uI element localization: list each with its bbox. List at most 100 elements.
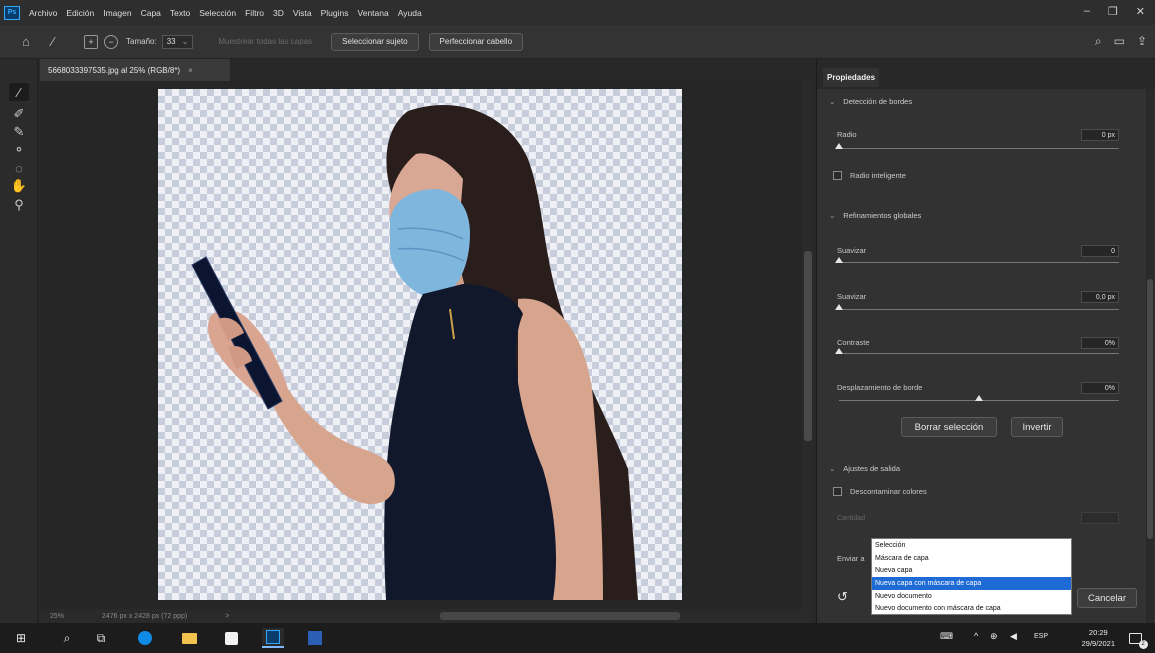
menu-vista[interactable]: Vista xyxy=(293,8,312,18)
menu-imagen[interactable]: Imagen xyxy=(103,8,131,18)
feather-field[interactable]: 0,0 px xyxy=(1081,291,1119,303)
menu-texto[interactable]: Texto xyxy=(170,8,190,18)
word-icon[interactable] xyxy=(304,628,326,648)
export-dropdown-list[interactable]: Selección Máscara de capa Nueva capa Nue… xyxy=(871,538,1072,615)
dropdown-option[interactable]: Selección xyxy=(872,539,1071,552)
object-selection-icon[interactable]: ⚬ xyxy=(9,141,29,159)
dropdown-option-selected[interactable]: Nueva capa con máscara de capa xyxy=(872,577,1071,590)
quick-selection-brush-icon[interactable]: ⁄ xyxy=(9,83,29,101)
shift-edge-slider-thumb[interactable] xyxy=(975,395,983,401)
ps-badge xyxy=(266,630,280,644)
clock[interactable]: 20:29 29/9/2021 xyxy=(1082,627,1115,649)
refine-hair-button[interactable]: Perfeccionar cabello xyxy=(428,32,524,51)
document-tab[interactable]: 5668033397535.jpg al 25% (RGB/8*) × xyxy=(40,59,230,81)
shift-edge-field[interactable]: 0% xyxy=(1081,382,1119,394)
notification-count: 2 xyxy=(1138,639,1148,649)
menu-seleccion[interactable]: Selección xyxy=(199,8,236,18)
zoom-icon[interactable]: ⚲ xyxy=(9,196,29,214)
cancel-button[interactable]: Cancelar xyxy=(1077,588,1137,608)
canvas-vertical-scrollbar[interactable] xyxy=(802,81,814,609)
invert-button[interactable]: Invertir xyxy=(1011,417,1063,437)
smart-radius-row[interactable]: Radio inteligente xyxy=(833,171,906,180)
smooth-slider-track[interactable] xyxy=(839,262,1119,263)
volume-icon[interactable]: ◀ xyxy=(1010,631,1017,642)
photoshop-taskbar-icon[interactable] xyxy=(262,628,284,648)
brush-icon[interactable]: ✎ xyxy=(9,123,29,141)
dropdown-option[interactable]: Máscara de capa xyxy=(872,552,1071,565)
zoom-level[interactable]: 25% xyxy=(40,613,72,620)
search-icon[interactable]: ⌕ xyxy=(56,628,78,648)
store-icon[interactable] xyxy=(220,628,242,648)
menu-capa[interactable]: Capa xyxy=(141,8,161,18)
hand-icon[interactable]: ✋ xyxy=(9,177,29,195)
file-explorer-icon[interactable] xyxy=(178,628,200,648)
contrast-slider-thumb[interactable] xyxy=(835,348,843,354)
minimize-button[interactable]: – xyxy=(1084,5,1090,18)
menu-ventana[interactable]: Ventana xyxy=(358,8,389,18)
shift-edge-label: Desplazamiento de borde xyxy=(837,383,923,392)
section-output-settings[interactable]: ⌄ Ajustes de salida xyxy=(829,464,900,473)
lasso-icon[interactable]: ◌ xyxy=(9,159,29,177)
feather-label: Suavizar xyxy=(837,292,867,301)
size-field[interactable]: 33 ⌄ xyxy=(161,34,194,49)
dropdown-option[interactable]: Nuevo documento con máscara de capa xyxy=(872,602,1071,615)
menu-3d[interactable]: 3D xyxy=(273,8,284,18)
radius-field[interactable]: 0 px xyxy=(1081,129,1119,141)
windows-start-icon[interactable]: ⊞ xyxy=(10,628,32,648)
radius-slider-thumb[interactable] xyxy=(835,143,843,149)
decontaminate-checkbox[interactable] xyxy=(833,487,842,496)
workspace-icon[interactable]: ▭ xyxy=(1114,34,1125,49)
chevron-up-icon[interactable]: ^ xyxy=(974,631,978,641)
sample-all-layers-checkbox[interactable]: Muestrear todas las capas xyxy=(207,33,323,51)
chevron-down-icon: ⌄ xyxy=(829,97,836,106)
close-button[interactable]: ✕ xyxy=(1136,5,1145,18)
status-arrow-icon[interactable]: > xyxy=(187,613,229,620)
menu-filtro[interactable]: Filtro xyxy=(245,8,264,18)
select-subject-button[interactable]: Seleccionar sujeto xyxy=(331,32,419,51)
refine-edge-brush-icon[interactable]: ✐ xyxy=(9,105,29,123)
vertical-scroll-thumb[interactable] xyxy=(804,251,812,441)
word-badge xyxy=(308,631,322,645)
share-icon[interactable]: ⇪ xyxy=(1137,34,1147,49)
task-view-icon[interactable]: ⧉ xyxy=(90,628,112,648)
notification-icon[interactable]: 2 xyxy=(1124,628,1148,649)
dropdown-option[interactable]: Nuevo documento xyxy=(872,590,1071,603)
subtract-from-selection-icon[interactable]: − xyxy=(104,34,119,49)
properties-scroll-thumb[interactable] xyxy=(1147,279,1153,539)
home-icon[interactable]: ⌂ xyxy=(22,34,30,49)
menu-edicion[interactable]: Edición xyxy=(66,8,94,18)
section-global-refinements[interactable]: ⌄ Refinamientos globales xyxy=(829,211,921,220)
tab-properties[interactable]: Propiedades xyxy=(823,68,880,87)
radius-slider-track[interactable] xyxy=(839,148,1119,149)
dropdown-option[interactable]: Nueva capa xyxy=(872,564,1071,577)
restore-button[interactable]: ❐ xyxy=(1108,5,1118,18)
brush-tool-icon[interactable]: ⁄ xyxy=(52,34,54,49)
feather-slider-thumb[interactable] xyxy=(835,304,843,310)
smooth-field[interactable]: 0 xyxy=(1081,245,1119,257)
keyboard-icon[interactable]: ⌨ xyxy=(940,631,953,642)
menu-ayuda[interactable]: Ayuda xyxy=(398,8,422,18)
document-info[interactable]: 2476 px x 2428 px (72 ppp) xyxy=(72,613,187,620)
canvas-horizontal-scrollbar[interactable] xyxy=(440,612,680,620)
network-icon[interactable]: ⊕ xyxy=(990,631,998,642)
folder-shape xyxy=(181,632,197,644)
document-canvas-image[interactable] xyxy=(158,89,682,600)
add-to-selection-icon[interactable]: + xyxy=(84,34,99,49)
contrast-slider-track[interactable] xyxy=(839,353,1119,354)
menu-archivo[interactable]: Archivo xyxy=(29,8,57,18)
menu-plugins[interactable]: Plugins xyxy=(321,8,349,18)
language-indicator[interactable]: ESP xyxy=(1034,633,1048,640)
clear-selection-button[interactable]: Borrar selección xyxy=(901,417,997,437)
smart-radius-checkbox[interactable] xyxy=(833,171,842,180)
section-edge-detection[interactable]: ⌄ Detección de bordes xyxy=(829,97,912,106)
decontaminate-row[interactable]: Descontaminar colores xyxy=(833,487,927,496)
feather-slider-track[interactable] xyxy=(839,309,1119,310)
contrast-field[interactable]: 0% xyxy=(1081,337,1119,349)
smooth-slider-thumb[interactable] xyxy=(835,257,843,263)
reset-icon[interactable]: ↺ xyxy=(837,589,848,605)
edge-browser-icon[interactable] xyxy=(134,628,156,648)
search-icon[interactable]: ⌕ xyxy=(1095,34,1102,49)
properties-scrollbar[interactable] xyxy=(1146,89,1154,623)
photoshop-logo[interactable]: Ps xyxy=(4,5,20,20)
close-icon[interactable]: × xyxy=(188,66,193,75)
